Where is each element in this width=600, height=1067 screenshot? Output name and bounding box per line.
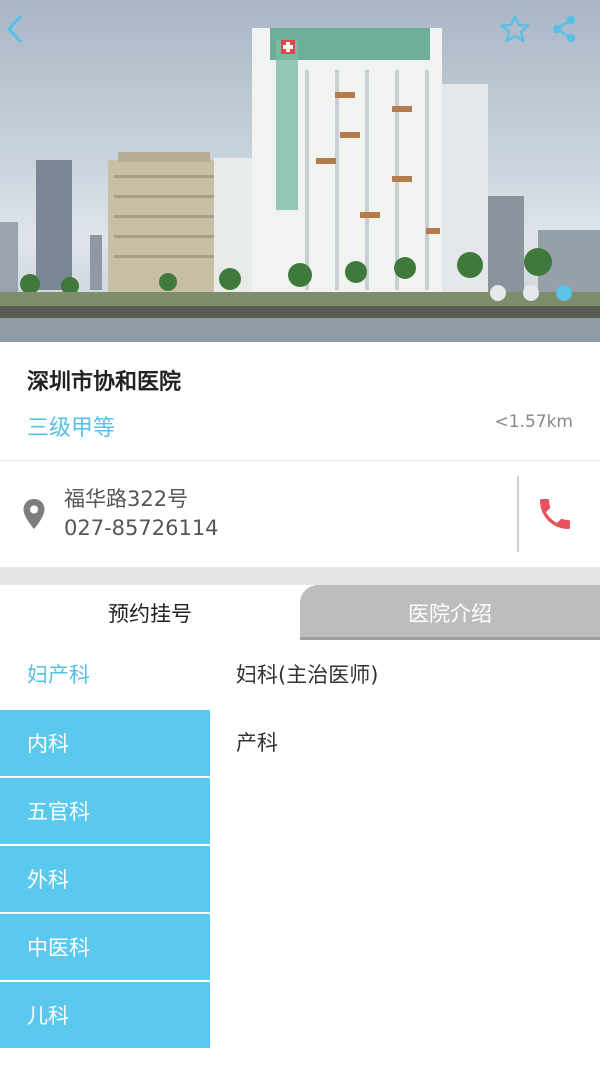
department-item[interactable]: 五官科 — [0, 778, 210, 846]
department-item[interactable]: 外科 — [0, 846, 210, 914]
carousel-indicator — [490, 285, 572, 301]
phone-icon — [540, 499, 570, 529]
tab-hospital-intro[interactable]: 医院介绍 — [300, 585, 600, 640]
favorite-button[interactable] — [500, 14, 540, 54]
tab-bar: 预约挂号 医院介绍 — [0, 585, 600, 640]
back-arrow-icon — [7, 15, 22, 43]
carousel-dot[interactable] — [523, 285, 539, 301]
location-pin-icon — [23, 499, 45, 529]
sub-department-item[interactable]: 妇科(主治医师) — [210, 640, 600, 708]
back-button[interactable] — [4, 14, 44, 54]
vertical-divider — [517, 476, 519, 552]
section-spacer — [0, 567, 600, 585]
call-button[interactable] — [530, 491, 580, 537]
hospital-phone: 027-85726114 — [64, 516, 219, 540]
sub-department-list: 妇科(主治医师) 产科 — [210, 640, 600, 776]
star-icon — [500, 14, 530, 43]
department-item-selected[interactable]: 妇产科 — [0, 640, 210, 710]
address-card[interactable]: 福华路322号 027-85726114 — [0, 461, 600, 567]
tab-appointment[interactable]: 预约挂号 — [0, 585, 300, 640]
hospital-name: 深圳市协和医院 — [27, 370, 182, 395]
hospital-distance: <1.57km — [494, 412, 573, 432]
department-list: 妇产科 内科 五官科 外科 中医科 儿科 — [0, 640, 210, 1067]
department-item[interactable]: 儿科 — [0, 982, 210, 1050]
hospital-address: 福华路322号 — [64, 487, 189, 511]
department-item[interactable]: 中医科 — [0, 914, 210, 982]
hospital-level: 三级甲等 — [27, 416, 116, 441]
carousel-dot-active[interactable] — [556, 285, 572, 301]
carousel-dot[interactable] — [490, 285, 506, 301]
share-icon — [552, 15, 576, 43]
sub-department-item[interactable]: 产科 — [210, 708, 600, 776]
hospital-info-card: 深圳市协和医院 三级甲等 <1.57km — [0, 342, 600, 460]
share-button[interactable] — [550, 14, 590, 54]
department-item[interactable]: 内科 — [0, 710, 210, 778]
hospital-banner[interactable] — [0, 0, 600, 342]
